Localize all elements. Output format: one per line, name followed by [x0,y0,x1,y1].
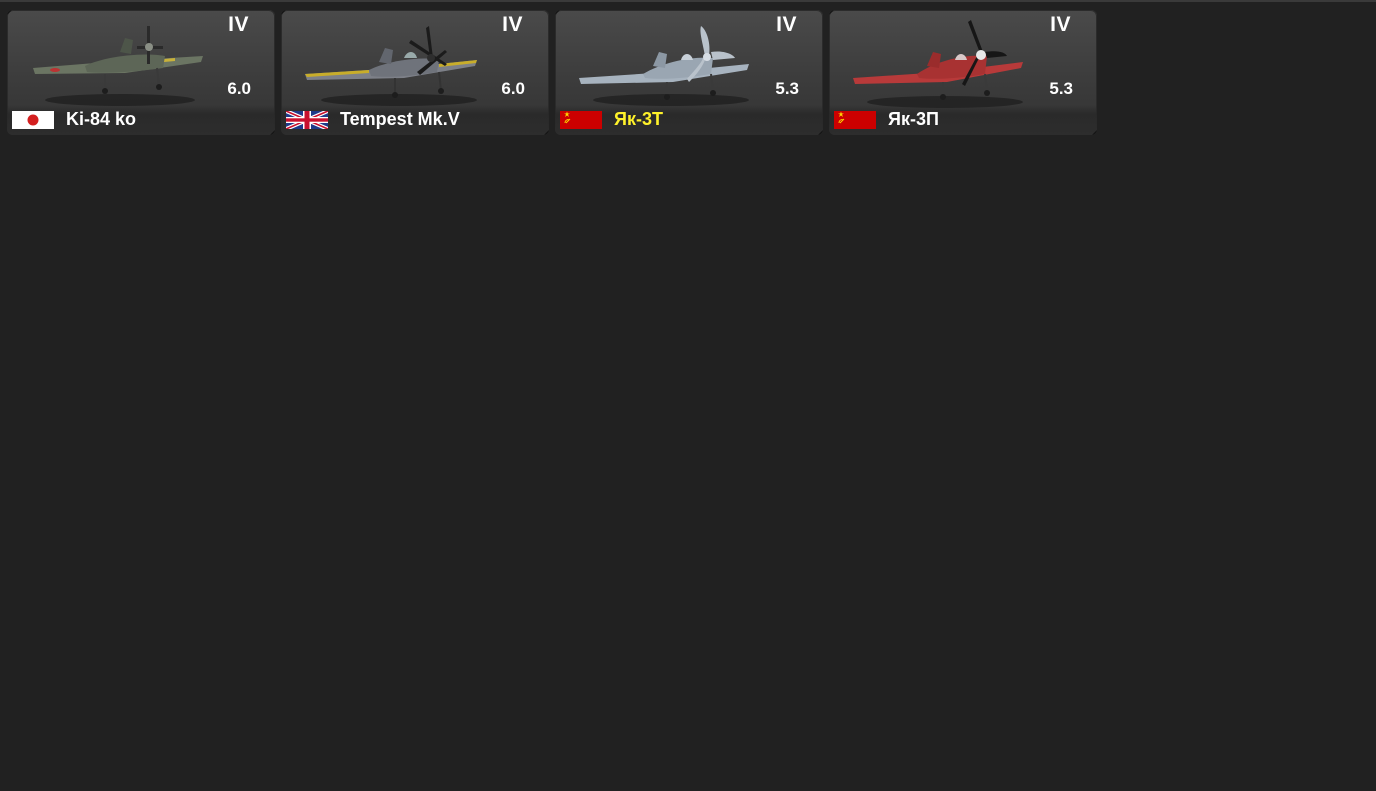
vehicle-card-yak-3t[interactable]: IV 5.3 Як-3Т [555,10,823,135]
vehicle-card-row: IV 6.0 Ki-84 ko IV 6.0 Tempest Mk.V IV 5… [7,10,1097,135]
aircraft-image [853,20,1023,108]
ussr-flag-icon [834,111,876,129]
vehicle-name: Tempest Mk.V [340,109,460,129]
vehicle-name: Як-3П [888,109,939,129]
ussr-flag-icon [560,111,602,129]
vehicle-name: Ki-84 ko [66,109,137,129]
rank-label: IV [228,13,249,36]
uk-flag-icon [286,111,328,129]
rank-label: IV [1050,13,1071,36]
rank-label: IV [502,13,523,36]
top-divider [0,0,1376,2]
battle-rating: 6.0 [227,79,251,98]
japan-flag-icon [12,111,54,129]
aircraft-image [33,26,203,106]
vehicle-card-ki-84-ko[interactable]: IV 6.0 Ki-84 ko [7,10,275,135]
vehicle-card-yak-3p[interactable]: IV 5.3 Як-3П [829,10,1097,135]
aircraft-image [579,26,749,106]
battle-rating: 6.0 [501,79,525,98]
rank-label: IV [776,13,797,36]
aircraft-image [305,26,477,106]
battle-rating: 5.3 [775,79,799,98]
vehicle-card-tempest-mk-v[interactable]: IV 6.0 Tempest Mk.V [281,10,549,135]
vehicle-name: Як-3Т [614,109,663,129]
battle-rating: 5.3 [1049,79,1073,98]
